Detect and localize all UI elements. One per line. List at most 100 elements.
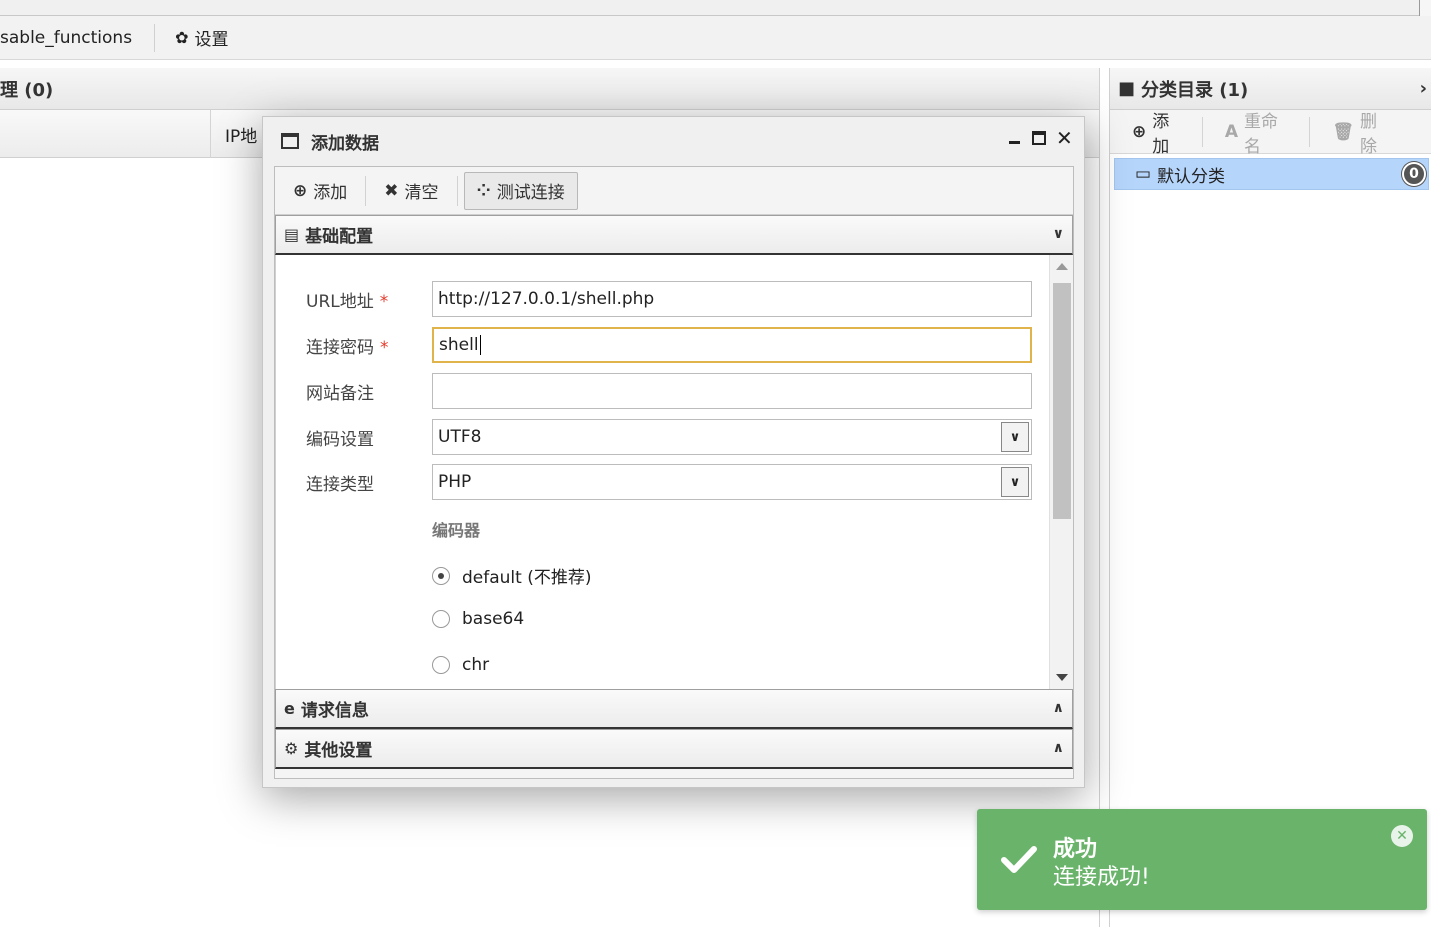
type-select[interactable]: PHP ∨ (432, 464, 1032, 500)
scroll-up-icon[interactable] (1056, 263, 1068, 270)
toolbar-divider (365, 175, 367, 206)
toolbar-divider (456, 175, 458, 206)
radio-selected-icon[interactable] (432, 566, 450, 585)
folder-icon: ■ (1118, 78, 1136, 99)
close-icon[interactable]: ✕ (1056, 128, 1073, 148)
section-basic-config-label: 基础配置 (305, 227, 374, 247)
section-other-settings-label: 其他设置 (304, 741, 373, 761)
file-text-icon: ▤ (284, 225, 300, 244)
radio-icon[interactable] (432, 656, 450, 674)
section-request-info[interactable]: e 请求信息 ∧ (275, 689, 1073, 729)
chevron-down-icon[interactable]: ∨ (1001, 422, 1029, 452)
text-cursor (479, 335, 481, 355)
add-data-dialog: 添加数据 ✕ ⊕ 添加 ✖ 清空 ⁘ 测试连接 ▤ 基础配置 ∨ URL地址 *… (262, 116, 1085, 788)
window-icon (281, 133, 299, 149)
password-input[interactable]: shell (432, 327, 1032, 363)
category-toolbar: ⊕ 添加 A 重命名 🗑 删除 (1110, 110, 1431, 157)
times-icon: ✖ (384, 180, 399, 201)
encoding-row: 编码设置 UTF8 ∨ (306, 419, 1032, 455)
chevron-up-icon: ∧ (1052, 740, 1064, 756)
form-scrollbar[interactable] (1049, 255, 1073, 689)
encoder-label: 编码器 (432, 521, 481, 540)
password-input-value: shell (439, 335, 479, 355)
top-scrollbar[interactable] (1419, 0, 1431, 16)
note-input[interactable] (432, 373, 1032, 409)
gear-icon: ✿ (175, 28, 189, 47)
url-row: URL地址 * http://127.0.0.1/shell.php (306, 281, 1032, 317)
password-row: 连接密码 * shell (306, 327, 1032, 363)
type-select-value: PHP (438, 472, 472, 492)
cogs-icon: ⚙ (284, 739, 299, 758)
font-icon: A (1224, 121, 1239, 142)
url-label: URL地址 * (306, 287, 432, 312)
encoder-option-chr[interactable]: chr (432, 655, 489, 675)
category-header: ■ 分类目录 (1) › (1110, 68, 1431, 110)
scroll-down-icon[interactable] (1056, 674, 1068, 681)
category-add-button[interactable]: ⊕ 添加 (1132, 112, 1203, 157)
section-basic-config[interactable]: ▤ 基础配置 ∨ (275, 215, 1073, 255)
data-manager-header: 理 (0) (0, 68, 1099, 110)
checkmark-icon (1001, 846, 1037, 873)
category-rename-button[interactable]: A 重命名 (1224, 112, 1311, 157)
menu-item-settings[interactable]: ✿ 设置 (175, 24, 250, 52)
spinner-icon: ⁘ (476, 180, 491, 201)
category-delete-label: 删除 (1359, 111, 1377, 157)
menu-item-functions-label: sable_functions (0, 27, 133, 48)
data-manager-title: 理 (0) (0, 79, 54, 101)
folder-item-default[interactable]: ▭ 默认分类 0 (1114, 158, 1429, 190)
clear-button[interactable]: ✖ 清空 (372, 172, 450, 210)
category-delete-button[interactable]: 🗑 删除 (1332, 112, 1409, 157)
column-header-ip-label: IP地 (225, 126, 258, 147)
minimize-icon[interactable] (1008, 131, 1022, 145)
add-button[interactable]: ⊕ 添加 (281, 172, 359, 210)
chevron-down-icon[interactable]: ∨ (1001, 467, 1029, 497)
note-row: 网站备注 (306, 373, 1032, 409)
section-request-info-label: 请求信息 (300, 701, 369, 721)
maximize-icon[interactable] (1032, 131, 1046, 145)
chevron-down-icon: ∨ (1052, 226, 1064, 242)
clear-button-label: 清空 (404, 183, 439, 203)
folder-open-icon: ▭ (1135, 164, 1152, 184)
url-input[interactable]: http://127.0.0.1/shell.php (432, 281, 1032, 317)
column-header-ip[interactable]: IP地 (210, 110, 257, 158)
section-other-settings[interactable]: ⚙ 其他设置 ∧ (275, 729, 1073, 769)
note-label: 网站备注 (306, 383, 374, 404)
dialog-titlebar[interactable]: 添加数据 ✕ (263, 117, 1084, 165)
url-label-text: URL地址 (306, 291, 374, 312)
chevron-up-icon: ∧ (1052, 700, 1064, 716)
dialog-toolbar: ⊕ 添加 ✖ 清空 ⁘ 测试连接 (275, 167, 1073, 215)
toast-close-icon[interactable]: ✕ (1391, 825, 1413, 847)
dialog-title: 添加数据 (311, 133, 379, 154)
encoding-label: 编码设置 (306, 429, 374, 450)
encoder-option-label: default (不推荐) (462, 568, 592, 588)
trash-icon: 🗑 (1332, 121, 1354, 142)
encoder-option-base64[interactable]: base64 (432, 609, 524, 629)
encoder-option-label: chr (462, 655, 490, 675)
type-row: 连接类型 PHP ∨ (306, 464, 1032, 500)
scroll-thumb[interactable] (1053, 283, 1071, 519)
encoder-option-label: base64 (462, 609, 525, 629)
chevron-right-icon[interactable]: › (1420, 78, 1427, 99)
encoding-select[interactable]: UTF8 ∨ (432, 419, 1032, 455)
category-title: 分类目录 (1) (1141, 79, 1249, 101)
test-connection-button[interactable]: ⁘ 测试连接 (463, 171, 578, 210)
success-toast: 成功 连接成功! ✕ (977, 809, 1427, 910)
required-mark: * (380, 337, 389, 358)
password-label: 连接密码 * (306, 333, 432, 358)
url-input-value: http://127.0.0.1/shell.php (438, 289, 655, 309)
password-label-text: 连接密码 (306, 337, 374, 358)
radio-icon[interactable] (432, 610, 450, 628)
basic-config-form: URL地址 * http://127.0.0.1/shell.php 连接密码 * … (275, 255, 1073, 689)
category-add-label: 添加 (1152, 111, 1170, 157)
folder-item-label: 默认分类 (1157, 166, 1226, 187)
plus-circle-icon: ⊕ (1132, 121, 1147, 142)
menu-item-functions[interactable]: sable_functions (0, 23, 156, 52)
menu-item-settings-label: 设置 (194, 30, 229, 50)
folder-count-badge: 0 (1402, 162, 1426, 186)
encoder-option-default[interactable]: default (不推荐) (432, 563, 591, 588)
window-controls: ✕ (1008, 128, 1073, 148)
required-mark: * (379, 291, 389, 312)
ie-icon: e (284, 699, 295, 718)
test-connection-label: 测试连接 (496, 183, 565, 203)
category-rename-label: 重命名 (1244, 111, 1279, 157)
